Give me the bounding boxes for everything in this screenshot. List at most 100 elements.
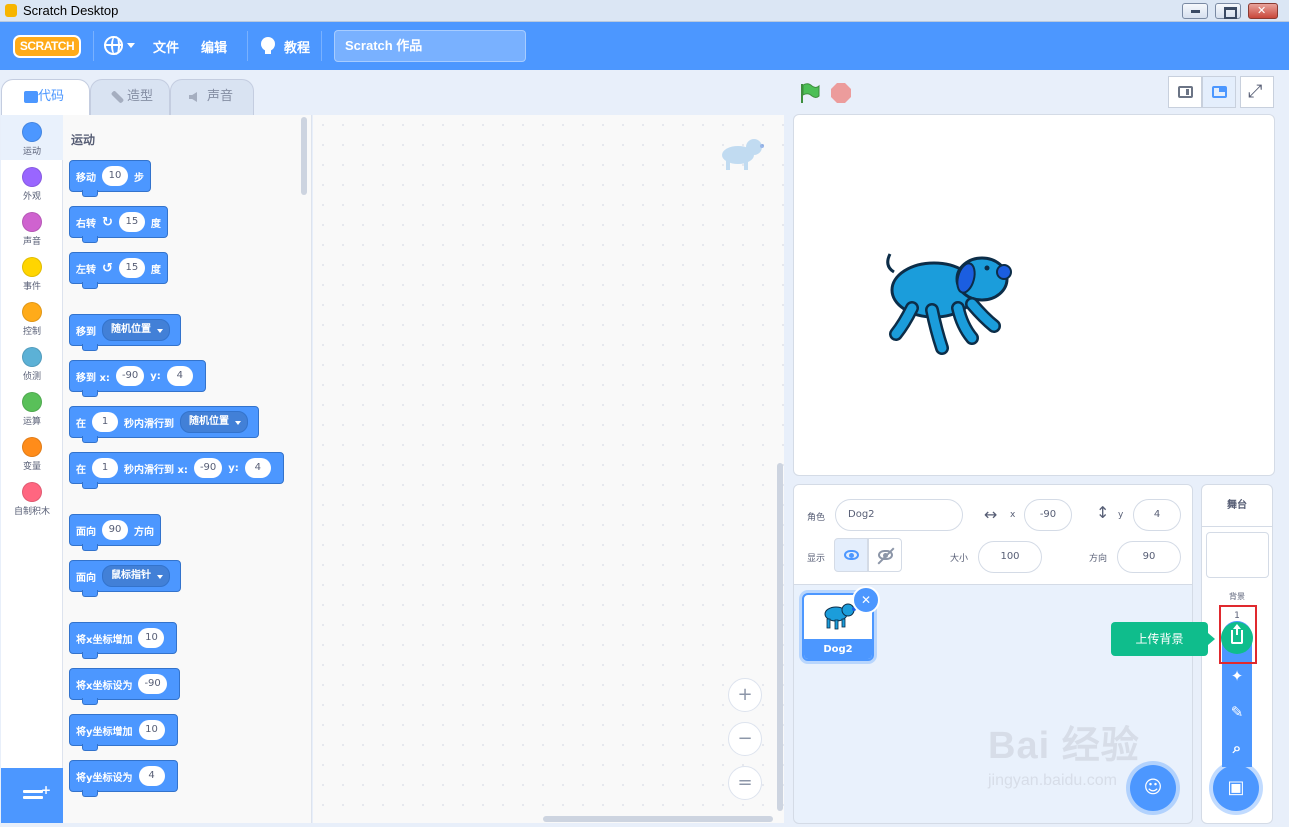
code-workspace[interactable]: + − = — [313, 115, 784, 823]
block-change-x[interactable]: 将x坐标增加 10 — [69, 622, 178, 659]
category-dot — [22, 347, 42, 367]
block-turn-left[interactable]: 左转 ↺ 15 度 — [69, 252, 168, 289]
dog-sprite[interactable] — [882, 246, 1012, 361]
block-text: 将x坐标增加 — [76, 634, 133, 646]
sprite-name-input[interactable]: Dog2 — [835, 499, 963, 531]
delete-sprite-button[interactable]: ✕ — [852, 586, 880, 614]
language-globe-icon[interactable] — [104, 36, 123, 55]
size-input[interactable]: 100 — [978, 541, 1042, 573]
zoom-in-button[interactable]: + — [728, 678, 762, 712]
category-my-blocks[interactable]: 自制积木 — [1, 475, 63, 520]
category-operators[interactable]: 运算 — [1, 385, 63, 430]
tab-code[interactable]: 代码 — [1, 79, 90, 116]
block-glide-to[interactable]: 在 1 秒内滑行到 随机位置 — [69, 406, 259, 443]
block-turn-right[interactable]: 右转 ↻ 15 度 — [69, 206, 168, 243]
block-number-input[interactable]: 4 — [138, 766, 165, 786]
stop-icon[interactable] — [831, 83, 851, 103]
zoom-reset-button[interactable]: = — [728, 766, 762, 800]
block-number-input[interactable]: 4 — [166, 366, 193, 386]
block-text: 移动 — [76, 172, 96, 184]
block-dropdown[interactable]: 鼠标指针 — [102, 565, 170, 587]
block-number-input[interactable]: 1 — [92, 412, 118, 432]
category-label: 变量 — [22, 462, 41, 472]
block-number-input[interactable]: -90 — [115, 366, 145, 386]
category-events[interactable]: 事件 — [1, 250, 63, 295]
watermark-logo-text: Bai 经验 — [988, 725, 1140, 767]
category-label: 事件 — [22, 282, 41, 292]
annotation-highlight-box — [1219, 605, 1257, 664]
show-label: 显示 — [807, 554, 826, 564]
surprise-backdrop-button[interactable]: ✦ — [1222, 661, 1252, 691]
category-sound[interactable]: 声音 — [1, 205, 63, 250]
block-number-input[interactable]: 10 — [102, 166, 128, 186]
category-looks[interactable]: 外观 — [1, 160, 63, 205]
block-change-y[interactable]: 将y坐标增加 10 — [69, 714, 178, 751]
block-text: 秒内滑行到 — [124, 418, 174, 430]
hide-sprite-button[interactable] — [868, 538, 902, 572]
watermark-url: jingyan.baidu.com — [988, 772, 1117, 789]
x-label: x — [1010, 510, 1016, 520]
scratch-logo[interactable]: SCRATCH — [13, 35, 81, 58]
block-number-input[interactable]: 10 — [138, 720, 165, 740]
block-number-input[interactable]: -90 — [193, 458, 223, 478]
large-stage-icon — [1212, 86, 1227, 98]
category-variables[interactable]: 变量 — [1, 430, 63, 475]
add-extension-button[interactable]: + — [1, 768, 63, 823]
file-menu[interactable]: 文件 — [153, 37, 179, 56]
block-move-steps[interactable]: 移动 10 步 — [69, 160, 151, 197]
minimize-button[interactable] — [1182, 3, 1208, 19]
block-dropdown[interactable]: 随机位置 — [102, 319, 170, 341]
fullscreen-button[interactable]: ⤢ — [1240, 76, 1274, 108]
chevron-down-icon[interactable] — [127, 43, 135, 48]
show-sprite-button[interactable] — [834, 538, 868, 572]
block-text: y: — [228, 462, 239, 474]
fullscreen-icon: ⤢ — [1248, 81, 1263, 102]
block-text: 将x坐标设为 — [76, 680, 133, 692]
block-glide-xy[interactable]: 在 1 秒内滑行到 x: -90 y: 4 — [69, 452, 284, 489]
category-dot — [22, 302, 42, 322]
workspace-vertical-scrollbar[interactable] — [777, 463, 783, 811]
block-text: 左转 — [76, 264, 96, 276]
maximize-button[interactable] — [1215, 3, 1241, 19]
stage-canvas[interactable] — [793, 114, 1275, 476]
tab-sounds[interactable]: 声音 — [170, 79, 254, 115]
sprite-watermark-icon — [722, 139, 764, 170]
large-stage-button[interactable] — [1202, 76, 1236, 108]
block-dropdown[interactable]: 随机位置 — [180, 411, 248, 433]
lightbulb-icon[interactable] — [261, 37, 275, 54]
block-number-input[interactable]: 10 — [138, 628, 165, 648]
code-blocks-icon — [24, 91, 38, 103]
direction-input[interactable]: 90 — [1117, 541, 1181, 573]
category-sensing[interactable]: 侦测 — [1, 340, 63, 385]
block-point-direction[interactable]: 面向 90 方向 — [69, 514, 161, 551]
y-position-input[interactable]: 4 — [1133, 499, 1181, 531]
speaker-icon — [189, 92, 197, 102]
block-set-y[interactable]: 将y坐标设为 4 — [69, 760, 178, 797]
block-point-towards[interactable]: 面向 鼠标指针 — [69, 560, 181, 597]
block-number-input[interactable]: 1 — [92, 458, 118, 478]
block-number-input[interactable]: 15 — [118, 258, 145, 278]
stage-thumbnail[interactable] — [1206, 532, 1269, 578]
block-number-input[interactable]: 15 — [118, 212, 145, 232]
category-label: 运算 — [22, 417, 41, 427]
block-number-input[interactable]: -90 — [138, 674, 167, 694]
block-set-x[interactable]: 将x坐标设为 -90 — [69, 668, 180, 705]
category-motion[interactable]: 运动 — [1, 115, 63, 160]
palette-scrollbar[interactable] — [301, 117, 307, 195]
tutorials-menu[interactable]: 教程 — [284, 37, 310, 56]
small-stage-button[interactable] — [1168, 76, 1202, 108]
block-number-input[interactable]: 90 — [102, 520, 128, 540]
project-title-input[interactable]: Scratch 作品 — [334, 30, 526, 62]
sprite-thumbnail — [824, 603, 856, 630]
category-control[interactable]: 控制 — [1, 295, 63, 340]
workspace-horizontal-scrollbar[interactable] — [543, 816, 773, 822]
tab-costumes[interactable]: 造型 — [90, 79, 170, 115]
edit-menu[interactable]: 编辑 — [201, 37, 227, 56]
block-goto-xy[interactable]: 移到 x: -90 y: 4 — [69, 360, 206, 397]
zoom-out-button[interactable]: − — [728, 722, 762, 756]
x-position-input[interactable]: -90 — [1024, 499, 1072, 531]
block-goto[interactable]: 移到 随机位置 — [69, 314, 181, 351]
close-window-button[interactable] — [1248, 3, 1278, 19]
block-number-input[interactable]: 4 — [244, 458, 271, 478]
green-flag-icon[interactable] — [798, 82, 820, 104]
